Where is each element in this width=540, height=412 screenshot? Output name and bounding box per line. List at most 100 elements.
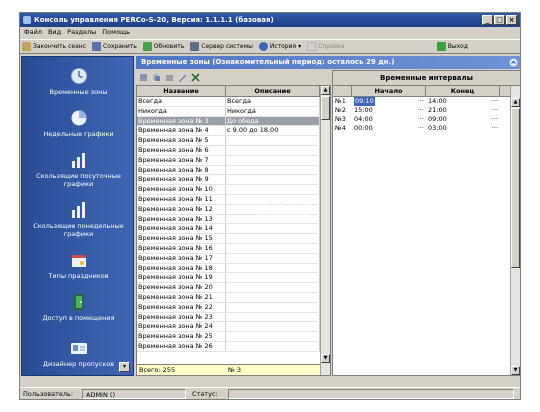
menu-help[interactable]: Помощь	[102, 27, 130, 38]
save-button[interactable]: Сохранить	[92, 42, 137, 51]
table-row[interactable]: Временная зона № 25	[137, 332, 330, 342]
zones-vertical-scrollbar[interactable]: ▲ ▼	[320, 86, 330, 375]
table-row[interactable]: Временная зона № 20	[137, 283, 330, 293]
table-row[interactable]: Временная зона № 18	[137, 263, 330, 274]
column-header-end[interactable]: Конец	[426, 86, 500, 96]
time-picker-icon[interactable]: ···	[492, 106, 498, 115]
column-header-name[interactable]: Название	[137, 86, 226, 96]
end-session-button[interactable]: Закончить сеанс	[22, 42, 86, 51]
interval-start-cell[interactable]: 09:10 ···	[352, 97, 426, 106]
table-row[interactable]: Временная зона № 24	[137, 322, 330, 333]
table-row[interactable]: Никогда Никогда	[137, 106, 330, 117]
menu-view[interactable]: Вид	[48, 27, 61, 38]
table-row[interactable]: Временная зона № 21	[137, 292, 330, 303]
table-row[interactable]: Временная зона № 26	[137, 341, 330, 352]
sort-icon[interactable]	[139, 73, 148, 82]
menu-sections[interactable]: Разделы	[67, 27, 96, 38]
time-picker-icon[interactable]: ···	[418, 124, 424, 133]
time-picker-icon[interactable]: ···	[418, 106, 424, 115]
interval-start-cell[interactable]: 15:00 ···	[352, 106, 426, 115]
close-button[interactable]: ×	[506, 15, 517, 25]
time-picker-icon[interactable]: ···	[492, 124, 498, 133]
sidebar-item-pass-designer[interactable]: Дизайнер пропусков	[22, 339, 133, 368]
interval-end-cell[interactable]: 03:00 ···	[426, 124, 500, 133]
time-picker-icon[interactable]: ···	[418, 97, 424, 106]
interval-row[interactable]: №4 00:00 ··· 03:00 ···	[333, 124, 520, 133]
zone-name-cell: Временная зона № 17	[137, 253, 226, 263]
history-button[interactable]: История ▾	[258, 42, 301, 51]
table-row[interactable]: Временная зона № 16	[137, 243, 330, 254]
zone-description-cell: Всегда	[226, 97, 320, 106]
interval-start-cell[interactable]: 04:00 ···	[352, 115, 426, 124]
table-row[interactable]: Временная зона № 7	[137, 155, 330, 166]
table-row[interactable]: Временная зона № 8	[137, 165, 330, 176]
scroll-up-icon[interactable]: ▲	[321, 86, 330, 95]
table-row[interactable]: Временная зона № 23	[137, 312, 330, 323]
table-row[interactable]: Временная зона № 9	[137, 175, 330, 186]
interval-num-cell: №4	[335, 124, 346, 132]
table-row[interactable]: Временная зона № 10	[137, 185, 330, 195]
sidebar-item-rolling-weekly[interactable]: Скользящие понедельные графики	[22, 201, 133, 238]
exit-button[interactable]: Выход	[436, 42, 468, 51]
delete-icon[interactable]	[191, 72, 200, 82]
time-picker-icon[interactable]: ···	[492, 97, 498, 106]
intervals-title: Временные интервалы	[333, 71, 520, 86]
sidebar-item-label: Скользящие понедельные графики	[33, 222, 124, 238]
sidebar-item-rolling-daily[interactable]: Скользящие посуточные графики	[22, 151, 133, 188]
column-header-description[interactable]: Описание	[226, 86, 320, 96]
sidebar-item-time-zones[interactable]: Временные зоны	[22, 67, 133, 96]
title-bar[interactable]: Консоль управления PERCo-S-20, Версия: 1…	[20, 13, 520, 27]
zone-name-cell: Временная зона № 18	[137, 263, 226, 273]
history-label: История	[269, 43, 297, 50]
scroll-down-icon[interactable]: ▼	[321, 354, 330, 363]
paste-icon[interactable]	[165, 73, 174, 82]
sidebar-item-weekly-schedules[interactable]: Недельные графики	[22, 109, 133, 138]
zone-name-cell: Временная зона № 16	[137, 243, 226, 253]
server-button[interactable]: Сервер системы	[190, 42, 253, 51]
zone-description-cell	[226, 273, 320, 283]
intervals-vertical-scrollbar[interactable]: ▲ ▼	[510, 86, 520, 375]
scroll-up-icon[interactable]: ▲	[511, 98, 520, 107]
maximize-button[interactable]: □	[494, 15, 505, 25]
table-row[interactable]: Временная зона № 22	[137, 302, 330, 313]
table-row[interactable]: Всегда Всегда	[137, 97, 330, 107]
column-header-start[interactable]: Начало	[352, 86, 426, 96]
table-row[interactable]: Временная зона № 14	[137, 224, 330, 235]
menu-file[interactable]: Файл	[24, 27, 42, 38]
table-row[interactable]: Временная зона № 17	[137, 253, 330, 264]
zones-table-header: Название Описание	[137, 86, 330, 97]
zone-name-cell: Временная зона № 20	[137, 283, 226, 292]
holiday-icon	[71, 255, 86, 267]
table-row[interactable]: Временная зона № 4с 9.00 до 18.00	[137, 126, 330, 137]
scroll-thumb[interactable]	[511, 108, 520, 268]
table-row[interactable]: Временная зона № 5	[137, 136, 330, 146]
edit-icon[interactable]	[178, 73, 187, 82]
time-picker-icon[interactable]: ···	[418, 115, 424, 124]
table-row[interactable]: Временная зона № 19	[137, 273, 330, 284]
sidebar-scroll-down-button[interactable]: ▾	[119, 362, 130, 372]
minimize-button[interactable]: _	[482, 15, 493, 25]
interval-row[interactable]: №1 09:10 ··· 14:00 ···	[333, 97, 520, 106]
interval-end-cell[interactable]: 21:00 ···	[426, 106, 500, 115]
time-picker-icon[interactable]: ···	[492, 115, 498, 124]
copy-icon[interactable]	[152, 73, 161, 82]
window-title: Консоль управления PERCo-S-20, Версия: 1…	[34, 16, 274, 24]
table-row[interactable]: Временная зона № 6	[137, 145, 330, 156]
interval-end-cell[interactable]: 09:00 ···	[426, 115, 500, 124]
interval-start-cell[interactable]: 00:00 ···	[352, 124, 426, 133]
table-row[interactable]: Временная зона № 3 До обеда	[137, 116, 330, 127]
sidebar-item-label: Типы праздников	[48, 272, 109, 280]
interval-end-cell[interactable]: 14:00 ···	[426, 97, 500, 106]
collapse-icon[interactable]	[509, 58, 518, 67]
refresh-button[interactable]: Обновить	[142, 42, 184, 51]
sidebar-item-holiday-types[interactable]: Типы праздников	[22, 251, 133, 280]
end-session-label: Закончить сеанс	[33, 43, 87, 50]
toolbar: Закончить сеанс Сохранить Обновить Серве…	[20, 39, 520, 54]
scroll-thumb[interactable]	[321, 96, 330, 120]
interval-row[interactable]: №3 04:00 ··· 09:00 ···	[333, 115, 520, 124]
interval-row[interactable]: №2 15:00 ··· 21:00 ···	[333, 106, 520, 115]
chevron-down-icon[interactable]: ▾	[298, 43, 301, 50]
table-row[interactable]: Временная зона № 15	[137, 234, 330, 244]
sidebar-item-room-access[interactable]: Доступ в помещения	[22, 293, 133, 322]
scroll-down-icon[interactable]: ▼	[511, 366, 520, 375]
